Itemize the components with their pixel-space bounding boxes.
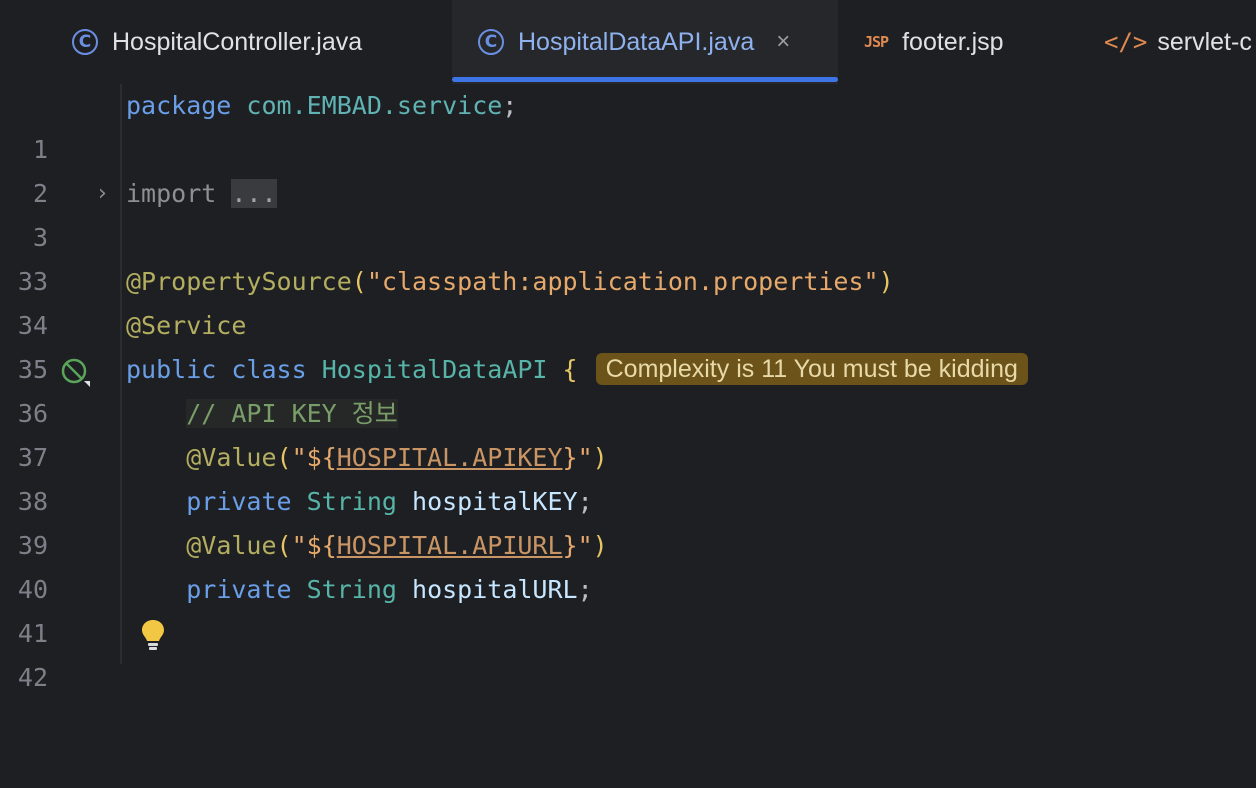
java-class-icon: C: [72, 29, 98, 55]
code-line: 42: [0, 612, 1256, 692]
code-editor[interactable]: 1 package com.EMBAD.service; 2 3 › impor…: [0, 84, 1256, 692]
property-reference[interactable]: HOSPITAL.APIKEY: [337, 443, 563, 472]
xml-file-icon: </>: [1104, 28, 1148, 56]
tab-label: servlet-c: [1157, 27, 1252, 56]
tab-servlet-context[interactable]: </> servlet-c: [1104, 0, 1252, 84]
code-line: 2: [0, 128, 1256, 208]
code-line: 3 › import ...: [0, 172, 1256, 252]
tab-footer-jsp[interactable]: JSP footer.jsp: [864, 0, 1004, 84]
lightbulb-icon[interactable]: [140, 618, 166, 652]
code-line: 38 @Value("${HOSPITAL.APIKEY}"): [0, 436, 1256, 516]
active-tab-indicator: [452, 77, 838, 82]
tab-label: HospitalController.java: [112, 27, 363, 56]
code-comment: // API KEY 정보: [186, 399, 398, 428]
tab-hospital-controller[interactable]: C HospitalController.java: [72, 0, 362, 84]
jsp-file-icon: JSP: [864, 33, 889, 51]
code-line: 33: [0, 216, 1256, 296]
editor-tab-bar: C HospitalController.java C HospitalData…: [0, 0, 1256, 84]
folded-imports[interactable]: ...: [231, 179, 277, 208]
code-line: 1 package com.EMBAD.service;: [0, 84, 1256, 164]
tab-label: HospitalDataAPI.java: [518, 27, 755, 56]
fold-chevron-icon[interactable]: ›: [98, 172, 107, 216]
code-line: 34 @PropertySource("classpath:applicatio…: [0, 260, 1256, 340]
complexity-hint[interactable]: Complexity is 11 You must be kidding: [595, 353, 1028, 385]
java-class-icon: C: [478, 29, 504, 55]
tab-hospital-data-api[interactable]: C HospitalDataAPI.java ×: [452, 0, 838, 84]
close-icon[interactable]: ×: [776, 28, 790, 56]
property-reference[interactable]: HOSPITAL.APIURL: [337, 531, 563, 560]
code-line: 41 private String hospitalURL;: [0, 568, 1256, 648]
tab-label: footer.jsp: [902, 27, 1004, 56]
no-bean-icon[interactable]: [60, 357, 90, 387]
line-number: 42: [17, 663, 48, 692]
code-line: 40 @Value("${HOSPITAL.APIURL}"): [0, 524, 1256, 604]
code-line: 36 public class HospitalDataAPI {Complex…: [0, 348, 1256, 428]
code-line: 37 // API KEY 정보: [0, 392, 1256, 472]
code-line: 35 @Service: [0, 304, 1256, 384]
code-line: 39 private String hospitalKEY;: [0, 480, 1256, 560]
